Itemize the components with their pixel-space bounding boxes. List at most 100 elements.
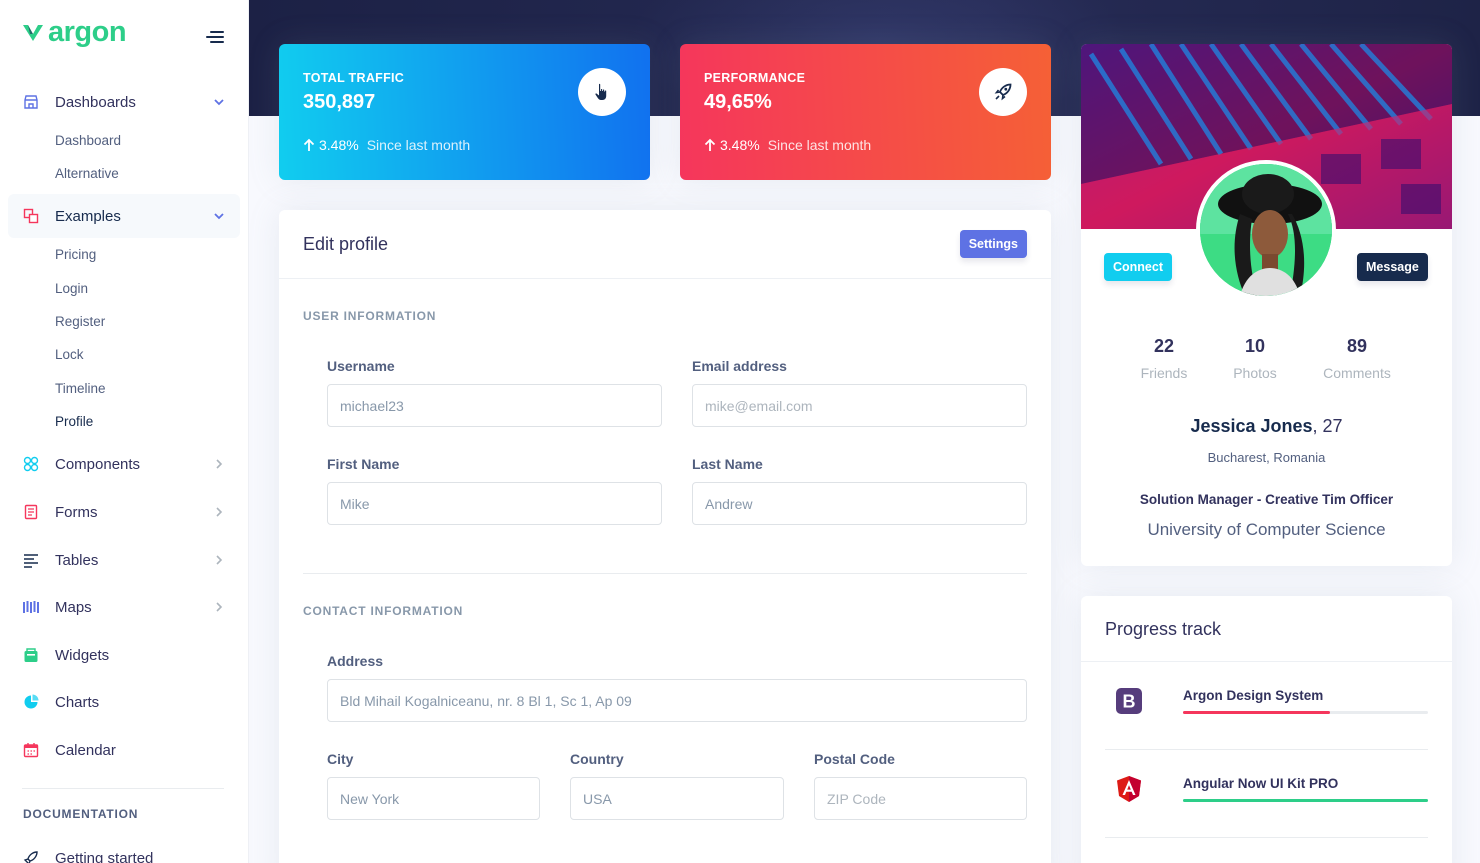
sidebar-item-label: Calendar: [55, 741, 116, 759]
friends-label: Friends: [1140, 365, 1188, 381]
sidebar-item-components[interactable]: Components: [8, 442, 240, 486]
photos-label: Photos: [1233, 365, 1277, 381]
documentation-heading: DOCUMENTATION: [23, 807, 139, 821]
tables-icon: [22, 551, 40, 569]
card-title: Progress track: [1105, 619, 1222, 639]
sidebar-subitem-timeline[interactable]: Timeline: [55, 381, 106, 396]
brand-name: argon: [48, 16, 127, 48]
stat-title: TOTAL TRAFFIC: [303, 71, 405, 85]
photos-stat: 10 Photos: [1210, 336, 1300, 381]
edit-profile-card: Edit profile Settings USER INFORMATION U…: [279, 210, 1051, 863]
forms-icon: [22, 503, 40, 521]
sidebar-item-label: Forms: [55, 503, 98, 521]
sidebar-item-label: Dashboards: [55, 93, 136, 111]
svg-text:B: B: [1123, 692, 1136, 712]
sidebar-divider: [22, 788, 224, 789]
profile-location: Bucharest, Romania: [1207, 450, 1326, 465]
sidebar-item-label: Components: [55, 455, 141, 473]
profile-name: Jessica Jones, 27: [1081, 416, 1452, 437]
widgets-icon: [22, 646, 40, 664]
address-label: Address: [327, 653, 384, 669]
sidebar-item-widgets[interactable]: Widgets: [8, 633, 240, 677]
sidenav-toggler[interactable]: [206, 31, 224, 45]
city-input[interactable]: New York: [327, 777, 540, 820]
profile-age: , 27: [1312, 416, 1343, 436]
stat-change: 3.48%: [319, 137, 359, 153]
sidebar-subitem-pricing[interactable]: Pricing: [55, 247, 96, 262]
profile-job: Solution Manager - Creative Tim Officer: [1139, 492, 1394, 507]
first-name-input[interactable]: Mike: [327, 482, 662, 525]
sidebar-item-tables[interactable]: Tables: [8, 538, 240, 582]
address-input[interactable]: Bld Mihail Kogalniceanu, nr. 8 Bl 1, Sc …: [327, 679, 1027, 722]
message-button[interactable]: Message: [1357, 253, 1428, 281]
progress-item-name: Angular Now UI Kit PRO: [1183, 776, 1339, 791]
progress-bar-fill: [1183, 711, 1330, 714]
sidebar-item-calendar[interactable]: Calendar: [8, 728, 240, 772]
avatar[interactable]: [1196, 160, 1336, 300]
progress-track-card: Progress track B Argon Design System Ang…: [1081, 596, 1452, 863]
stat-value: 350,897: [303, 91, 376, 113]
brand-logo[interactable]: argon: [22, 16, 127, 48]
sidebar-subitem-dashboard[interactable]: Dashboard: [55, 133, 121, 148]
country-input[interactable]: USA: [570, 777, 784, 820]
stat-since: Since last month: [767, 137, 872, 153]
postal-code-input[interactable]: ZIP Code: [814, 777, 1027, 820]
ungroup-icon: [22, 207, 40, 225]
profile-university: University of Computer Science: [1147, 520, 1386, 539]
last-name-input[interactable]: Andrew: [692, 482, 1027, 525]
stat-since: Since last month: [366, 137, 471, 153]
friends-count: 22: [1153, 336, 1175, 356]
sidebar-item-examples[interactable]: Examples: [8, 194, 240, 238]
profile-card: Connect Message 22 Friends 10 Photos 89 …: [1081, 44, 1452, 566]
email-input[interactable]: mike@email.com: [692, 384, 1027, 427]
chevron-right-icon: [216, 555, 223, 565]
stat-footer: 3.48% Since last month: [704, 137, 871, 153]
performance-card: PERFORMANCE 49,65% 3.48% Since last mont…: [680, 44, 1051, 180]
sidebar-item-charts[interactable]: Charts: [8, 680, 240, 724]
chevron-down-icon: [214, 99, 224, 106]
sidebar-item-label: Examples: [55, 207, 121, 225]
card-header: Progress track: [1081, 596, 1452, 662]
arrow-up-icon: [303, 138, 315, 151]
sidebar-subitem-alternative[interactable]: Alternative: [55, 166, 119, 181]
sidebar-item-label: Widgets: [55, 646, 110, 664]
sidebar-subitem-lock[interactable]: Lock: [55, 347, 84, 362]
sidebar-subitem-login[interactable]: Login: [55, 281, 88, 296]
charts-icon: [22, 693, 40, 711]
stat-icon-circle: [979, 68, 1027, 116]
username-label: Username: [327, 358, 395, 374]
components-icon: [22, 455, 40, 473]
argon-logo-icon: [23, 24, 43, 41]
progress-bar: [1183, 711, 1428, 714]
user-info-heading: USER INFORMATION: [303, 309, 437, 323]
calendar-icon: [22, 741, 40, 759]
sidebar-subitem-register[interactable]: Register: [55, 314, 105, 329]
sidebar-item-getting-started[interactable]: Getting started: [8, 836, 240, 863]
progress-item[interactable]: Angular Now UI Kit PRO: [1105, 751, 1428, 838]
sidebar-item-label: Charts: [55, 693, 100, 711]
username-input[interactable]: michael23: [327, 384, 662, 427]
sidebar-subitem-profile[interactable]: Profile: [55, 414, 93, 429]
last-name-label: Last Name: [692, 456, 763, 472]
sidebar-item-maps[interactable]: Maps: [8, 585, 240, 629]
contact-info-heading: CONTACT INFORMATION: [303, 604, 464, 618]
stat-icon-circle: [578, 68, 626, 116]
connect-button[interactable]: Connect: [1104, 253, 1172, 281]
stat-footer: 3.48% Since last month: [303, 137, 470, 153]
settings-button[interactable]: Settings: [959, 230, 1027, 258]
progress-bar-fill: [1183, 799, 1428, 802]
progress-item-name: Argon Design System: [1183, 688, 1324, 703]
shop-icon: [22, 93, 40, 111]
progress-item[interactable]: B Argon Design System: [1105, 663, 1428, 750]
stat-value: 49,65%: [704, 91, 772, 113]
total-traffic-card: TOTAL TRAFFIC 350,897 3.48% Since last m…: [279, 44, 650, 180]
photos-count: 10: [1244, 336, 1266, 356]
sidebar-item-dashboards[interactable]: Dashboards: [8, 80, 240, 124]
stat-change: 3.48%: [720, 137, 760, 153]
profile-fullname: Jessica Jones: [1190, 416, 1313, 436]
sidebar-item-forms[interactable]: Forms: [8, 490, 240, 534]
sidebar-item-label: Tables: [55, 551, 99, 569]
arrow-up-icon: [704, 138, 716, 151]
hand-pointer-icon: [595, 83, 607, 100]
city-label: City: [327, 751, 354, 767]
